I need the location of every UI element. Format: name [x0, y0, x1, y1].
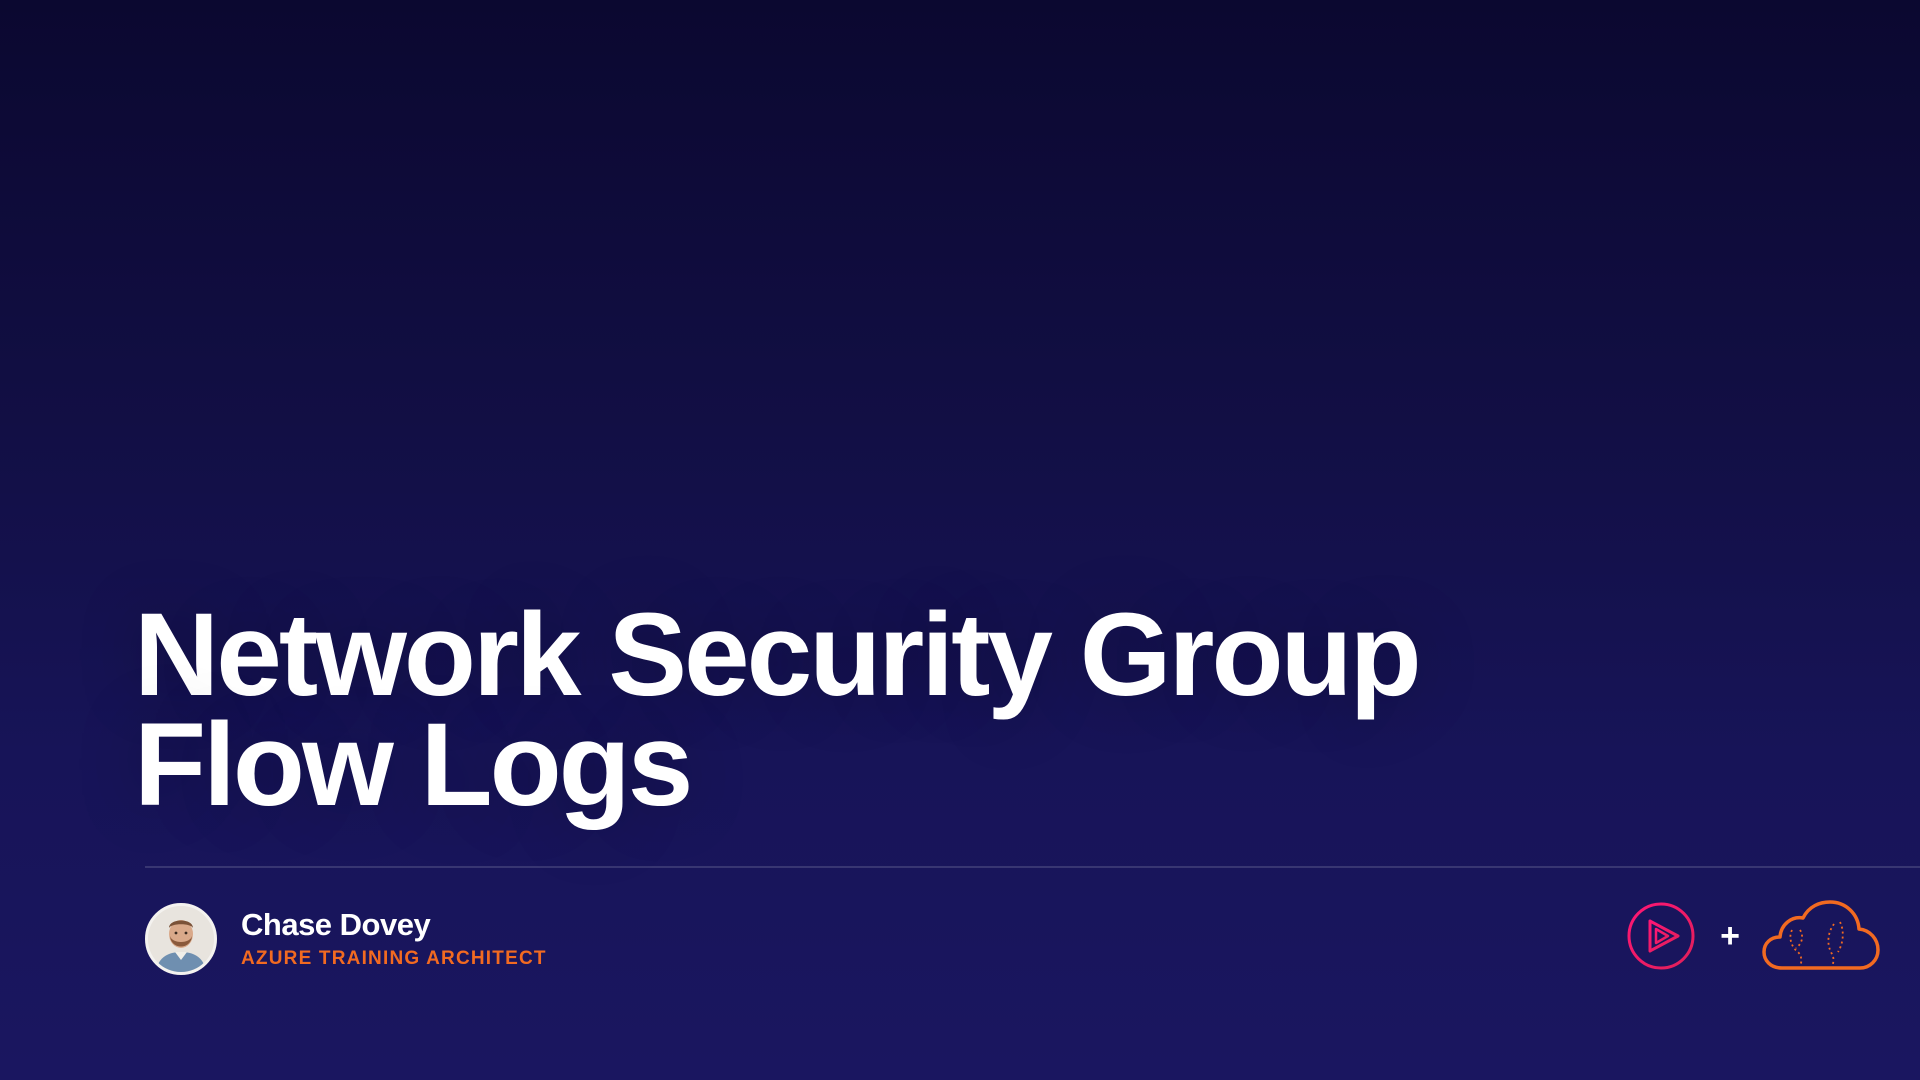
presenter-text: Chase Dovey AZURE TRAINING ARCHITECT [241, 907, 547, 971]
play-triangle-icon [1627, 902, 1695, 970]
presenter-name: Chase Dovey [241, 907, 431, 942]
presenter-role: AZURE TRAINING ARCHITECT [241, 948, 547, 969]
presenter-block: Chase Dovey AZURE TRAINING ARCHITECT [145, 903, 547, 975]
cloud-icon [1762, 900, 1880, 970]
brand-logos: + [1626, 900, 1880, 972]
divider [145, 866, 1920, 868]
title-slide: Network Security Group Flow Logs Chase D… [0, 0, 1920, 1080]
slide-title: Network Security Group Flow Logs [134, 589, 1422, 831]
avatar-portrait-icon [148, 906, 214, 972]
slide-title-line-2: Flow Logs [134, 699, 693, 831]
avatar [145, 903, 217, 975]
logo-separator: + [1720, 917, 1740, 955]
slide-title-line-1: Network Security Group [134, 589, 1422, 721]
